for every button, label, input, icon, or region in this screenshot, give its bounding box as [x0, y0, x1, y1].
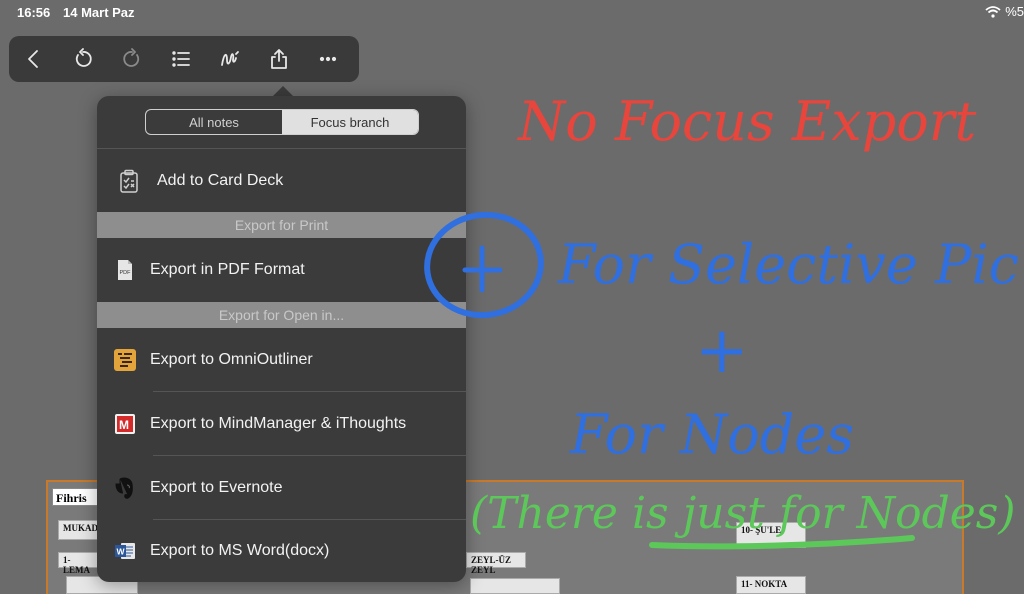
canvas-card[interactable]: 10- ŞU'LE	[736, 522, 806, 548]
svg-text:+: +	[695, 314, 749, 388]
menu-label: Export to Evernote	[150, 478, 283, 496]
redo-icon	[122, 48, 139, 67]
wifi-icon	[985, 5, 1001, 18]
canvas-title-card[interactable]: Fihris	[52, 488, 100, 506]
status-date: 14 Mart Paz	[63, 5, 135, 20]
svg-text:For Nodes: For Nodes	[569, 403, 854, 466]
ellipsis-icon	[319, 56, 336, 62]
canvas-card[interactable]: 11- NOKTA	[736, 576, 806, 594]
svg-text:No Focus Export: No Focus Export	[516, 90, 977, 153]
clipboard-icon	[117, 169, 141, 193]
share-button[interactable]	[254, 36, 303, 82]
evernote-elephant-icon	[113, 476, 137, 500]
status-time: 16:56	[17, 5, 51, 20]
canvas-card[interactable]	[470, 578, 560, 594]
export-popover: All notes Focus branch Add to Card Deck …	[97, 96, 466, 582]
export-pdf-item[interactable]: PDF Export in PDF Format	[97, 238, 466, 302]
undo-icon	[75, 48, 92, 67]
segment-all-notes[interactable]: All notes	[146, 110, 282, 134]
status-right: %5	[985, 4, 1024, 19]
menu-label: Export to MS Word(docx)	[150, 542, 330, 559]
segment-focus-branch[interactable]: Focus branch	[282, 110, 418, 134]
export-evernote-item[interactable]: Export to Evernote	[97, 456, 466, 519]
export-omnioutliner-item[interactable]: Export to OmniOutliner	[97, 328, 466, 391]
handwriting-red: No Focus Export	[516, 90, 977, 153]
more-button[interactable]	[303, 36, 352, 82]
mindmanager-icon: M	[113, 412, 137, 436]
export-mindmanager-item[interactable]: M Export to MindManager & iThoughts	[97, 392, 466, 455]
battery-percent: %5	[1005, 4, 1024, 19]
pdf-file-icon: PDF	[113, 258, 137, 282]
word-icon: W	[113, 539, 137, 563]
back-button[interactable]	[9, 36, 58, 82]
omnioutliner-icon	[113, 348, 137, 372]
menu-label: Export in PDF Format	[150, 261, 305, 278]
popover-arrow	[273, 86, 293, 96]
draw-button[interactable]	[205, 36, 254, 82]
outline-button[interactable]	[156, 36, 205, 82]
export-word-item[interactable]: W Export to MS Word(docx)	[97, 520, 466, 582]
scribble-icon	[220, 51, 239, 66]
redo-button[interactable]	[107, 36, 156, 82]
chevron-left-icon	[27, 50, 38, 68]
share-icon	[270, 49, 287, 69]
export-for-print-header: Export for Print	[97, 212, 466, 238]
toolbar	[9, 36, 359, 82]
menu-label: Add to Card Deck	[157, 171, 284, 189]
list-icon	[171, 51, 190, 67]
canvas-card[interactable]: ZEYL-ÜZ ZEYL	[466, 552, 526, 575]
handwriting-blue: For Selective Pic. + For Nodes	[424, 211, 1024, 466]
add-to-card-deck-item[interactable]: Add to Card Deck	[97, 149, 466, 212]
undo-button[interactable]	[58, 36, 107, 82]
svg-text:M: M	[119, 418, 129, 432]
svg-text:PDF: PDF	[120, 270, 132, 276]
menu-label: Export to OmniOutliner	[150, 350, 313, 368]
export-for-open-header: Export for Open in...	[97, 302, 466, 328]
svg-text:For Selective Pic.: For Selective Pic.	[557, 233, 1024, 296]
menu-label: Export to MindManager & iThoughts	[150, 414, 407, 432]
scope-segmented-control: All notes Focus branch	[145, 109, 419, 135]
svg-text:W: W	[117, 547, 126, 557]
